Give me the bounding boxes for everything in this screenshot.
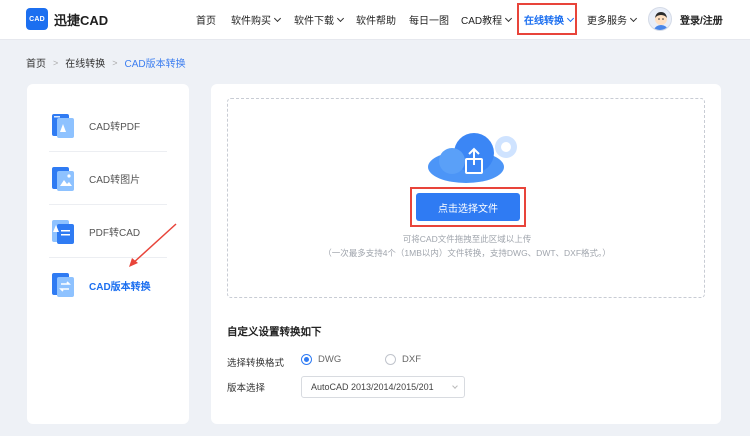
sidebar-item-label: CAD转PDF <box>89 122 141 133</box>
radio-label: DXF <box>402 354 421 365</box>
nav-item-buy[interactable]: 软件购买 <box>231 12 282 27</box>
nav-item-daily[interactable]: 每日一图 <box>409 12 449 27</box>
cad-to-pdf-icon <box>52 113 74 138</box>
breadcrumb: 首页 > 在线转换 > CAD版本转换 <box>26 55 186 71</box>
breadcrumb-current: CAD版本转换 <box>124 59 186 70</box>
nav-label: 软件购买 <box>231 16 271 27</box>
sidebar-item-cad-to-pdf[interactable]: CAD转PDF <box>49 100 167 152</box>
format-label: 选择转换格式 <box>227 358 285 369</box>
login-register-link[interactable]: 登录/注册 <box>680 12 723 27</box>
format-radio-dxf[interactable]: DXF <box>385 354 421 365</box>
logo-mark: CAD <box>26 8 48 30</box>
logo[interactable]: CAD 迅捷CAD <box>26 8 108 30</box>
breadcrumb-separator: > <box>112 57 118 68</box>
nav-label: 每日一图 <box>409 16 449 27</box>
sidebar-item-label: CAD版本转换 <box>89 281 151 293</box>
breadcrumb-home[interactable]: 首页 <box>26 55 46 70</box>
settings-title: 自定义设置转换如下 <box>227 326 322 338</box>
chevron-down-icon <box>273 14 282 22</box>
chevron-down-icon <box>629 14 638 22</box>
pdf-to-cad-icon <box>52 219 74 244</box>
cloud-upload-icon <box>428 133 517 183</box>
breadcrumb-separator: > <box>53 57 59 68</box>
logo-text: 迅捷CAD <box>54 12 109 28</box>
nav-item-help[interactable]: 软件帮助 <box>356 12 396 27</box>
sidebar-item-cad-to-image[interactable]: CAD转图片 <box>49 153 167 205</box>
nav-label: 软件下载 <box>294 16 334 27</box>
radio-dot <box>301 354 312 365</box>
nav-item-download[interactable]: 软件下载 <box>294 12 345 27</box>
chevron-down-icon <box>452 383 458 389</box>
upload-dropzone[interactable]: 点击选择文件 可将CAD文件拖拽至此区域以上传 （一次最多支持4个（1MB以内）… <box>227 98 705 298</box>
nav-item-more[interactable]: 更多服务 <box>587 12 638 27</box>
cad-to-image-icon <box>52 166 74 191</box>
sidebar-item-label: CAD转图片 <box>89 175 141 186</box>
nav-item-tutorial[interactable]: CAD教程 <box>461 12 513 27</box>
top-header: CAD 迅捷CAD 首页 软件购买 软件下载 软件帮助 每日一图 CAD教程 在… <box>0 0 750 40</box>
nav-label: 软件帮助 <box>356 16 396 27</box>
version-select-value: AutoCAD 2013/2014/2015/201 <box>311 382 434 392</box>
chevron-down-icon <box>505 14 513 22</box>
upload-hint: 可将CAD文件拖拽至此区域以上传 <box>402 234 532 244</box>
radio-dot <box>385 354 396 365</box>
chevron-down-icon <box>336 14 345 22</box>
main-panel: 点击选择文件 可将CAD文件拖拽至此区域以上传 （一次最多支持4个（1MB以内）… <box>211 84 721 424</box>
format-radio-dwg[interactable]: DWG <box>301 354 341 365</box>
nav-label: 更多服务 <box>587 16 627 27</box>
annotation-arrow-icon <box>129 223 177 267</box>
select-file-button[interactable]: 点击选择文件 <box>416 193 520 221</box>
avatar[interactable] <box>648 7 672 31</box>
upload-button-highlight: 点击选择文件 <box>410 187 526 227</box>
nav-label: 首页 <box>196 16 216 27</box>
user-avatar-icon <box>653 12 669 30</box>
version-label: 版本选择 <box>227 383 266 394</box>
version-select[interactable]: AutoCAD 2013/2014/2015/201 <box>301 376 465 398</box>
radio-label: DWG <box>318 354 342 365</box>
cad-version-convert-icon <box>52 273 74 297</box>
nav-label: CAD教程 <box>461 16 503 27</box>
upload-limits-hint: （一次最多支持4个（1MB以内）文件转换，支持DWG、DWT、DXF格式。） <box>323 248 611 258</box>
active-nav-highlight <box>517 3 577 35</box>
nav-item-home[interactable]: 首页 <box>196 12 216 27</box>
breadcrumb-online-convert[interactable]: 在线转换 <box>65 55 105 70</box>
